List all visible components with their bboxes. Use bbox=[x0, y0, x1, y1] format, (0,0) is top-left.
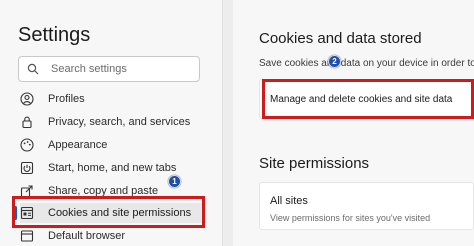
sidebar-item-profiles[interactable]: Profiles bbox=[20, 89, 206, 109]
cookies-section-title: Cookies and data stored bbox=[259, 30, 422, 47]
highlight-box-cookies bbox=[12, 196, 205, 228]
all-sites-label: All sites bbox=[270, 195, 308, 207]
cookies-section-description: Save cookies and data on your device in … bbox=[259, 58, 474, 69]
sidebar-item-label: Appearance bbox=[48, 139, 108, 151]
sidebar-item-label: Profiles bbox=[48, 93, 85, 105]
permissions-section-title: Site permissions bbox=[259, 155, 370, 172]
main-content: Cookies and data stored Save cookies and… bbox=[233, 0, 474, 246]
sidebar-item-privacy[interactable]: Privacy, search, and services bbox=[20, 112, 206, 132]
profile-icon bbox=[20, 92, 34, 106]
sidebar-item-label: Privacy, search, and services bbox=[48, 116, 191, 128]
step-badge-2: 2 bbox=[328, 55, 341, 68]
search-input[interactable] bbox=[51, 57, 191, 81]
sidebar-item-default-browser[interactable]: Default browser bbox=[20, 226, 206, 246]
step-badge-1: 1 bbox=[168, 175, 181, 188]
power-icon bbox=[20, 161, 34, 175]
all-sites-card[interactable]: All sites View permissions for sites you… bbox=[259, 182, 474, 230]
browser-icon bbox=[20, 230, 34, 242]
sidebar-item-label: Start, home, and new tabs bbox=[48, 162, 177, 174]
search-box[interactable] bbox=[18, 56, 200, 82]
sidebar-item-appearance[interactable]: Appearance bbox=[20, 135, 206, 155]
sidebar-item-label: Default browser bbox=[48, 230, 126, 242]
settings-title: Settings bbox=[18, 24, 91, 46]
highlight-box-manage bbox=[262, 79, 474, 119]
gutter bbox=[223, 0, 233, 246]
all-sites-description: View permissions for sites you've visite… bbox=[270, 213, 431, 223]
search-icon bbox=[27, 63, 39, 75]
appearance-icon bbox=[20, 138, 34, 152]
sidebar: Settings Profiles Privacy, search, and s… bbox=[0, 0, 222, 246]
lock-icon bbox=[22, 116, 32, 129]
sidebar-item-start-home[interactable]: Start, home, and new tabs bbox=[20, 158, 206, 178]
